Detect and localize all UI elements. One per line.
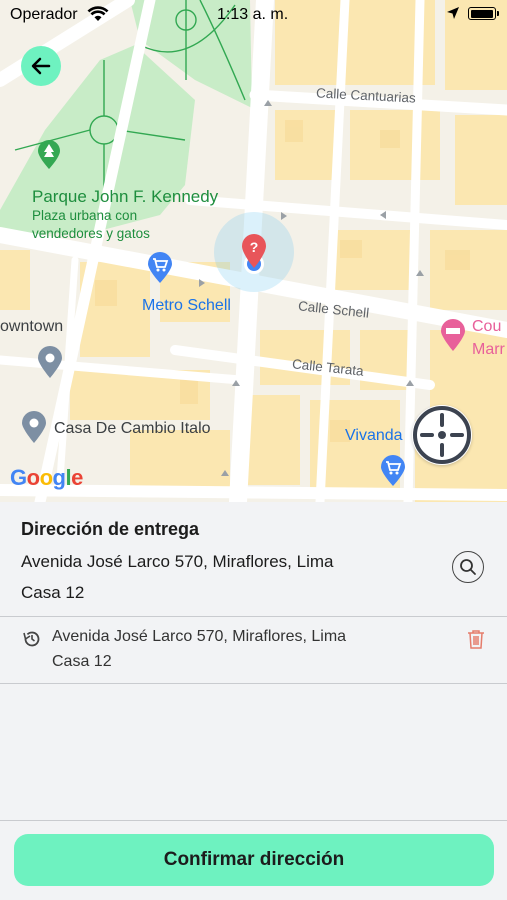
divider bbox=[0, 820, 507, 821]
park-desc-line1: Plaza urbana con bbox=[32, 208, 138, 223]
park-tree-pin-icon[interactable] bbox=[37, 140, 61, 170]
poi-label-cou: Cou bbox=[472, 318, 502, 335]
back-button[interactable] bbox=[21, 46, 61, 86]
park-desc-line2: vendedores y gatos bbox=[32, 226, 150, 241]
poi-label-marr: Marr bbox=[472, 341, 505, 358]
history-icon bbox=[23, 631, 40, 647]
search-address-button[interactable] bbox=[452, 551, 484, 583]
downtown-label: owntown bbox=[0, 318, 64, 335]
carrier-label: Operador bbox=[10, 6, 78, 23]
vivanda-label: Vivanda bbox=[345, 427, 403, 444]
delivery-title: Dirección de entrega bbox=[21, 519, 200, 539]
crosshair-icon bbox=[413, 406, 471, 464]
status-time: 1:13 a. m. bbox=[217, 6, 289, 23]
shopping-cart-pin-icon[interactable] bbox=[147, 252, 173, 284]
metro-schell-label: Metro Schell bbox=[142, 297, 231, 314]
battery-icon bbox=[468, 7, 499, 20]
history-address-line2[interactable]: Casa 12 bbox=[52, 653, 112, 671]
vivanda-cart-pin-icon[interactable] bbox=[380, 455, 406, 487]
park-name-label: Parque John F. Kennedy bbox=[32, 187, 219, 206]
arrow-left-icon bbox=[31, 57, 51, 75]
casa-cambio-label: Casa De Cambio Italo bbox=[54, 420, 211, 437]
confirm-address-button[interactable]: Confirmar dirección bbox=[14, 834, 494, 886]
place-pin-icon[interactable] bbox=[37, 345, 63, 379]
delivery-address-line1[interactable]: Avenida José Larco 570, Miraflores, Lima bbox=[21, 552, 333, 572]
recenter-location-button[interactable] bbox=[412, 405, 472, 465]
hotel-pin-icon[interactable] bbox=[440, 318, 466, 352]
divider bbox=[0, 683, 507, 684]
exchange-pin-icon[interactable] bbox=[21, 410, 47, 444]
google-logo: Google bbox=[10, 465, 83, 490]
trash-icon[interactable] bbox=[467, 629, 485, 649]
history-address-line1[interactable]: Avenida José Larco 570, Miraflores, Lima bbox=[52, 628, 346, 646]
svg-text:?: ? bbox=[250, 239, 259, 255]
search-icon bbox=[460, 559, 476, 575]
status-bar: Operador 1:13 a. m. bbox=[0, 0, 507, 30]
wifi-icon bbox=[87, 6, 109, 27]
location-arrow-icon bbox=[446, 6, 460, 25]
divider bbox=[0, 616, 507, 617]
current-location-pin-icon: ? bbox=[214, 212, 294, 292]
address-panel: Dirección de entrega Avenida José Larco … bbox=[0, 502, 507, 900]
delivery-address-line2[interactable]: Casa 12 bbox=[21, 583, 84, 603]
